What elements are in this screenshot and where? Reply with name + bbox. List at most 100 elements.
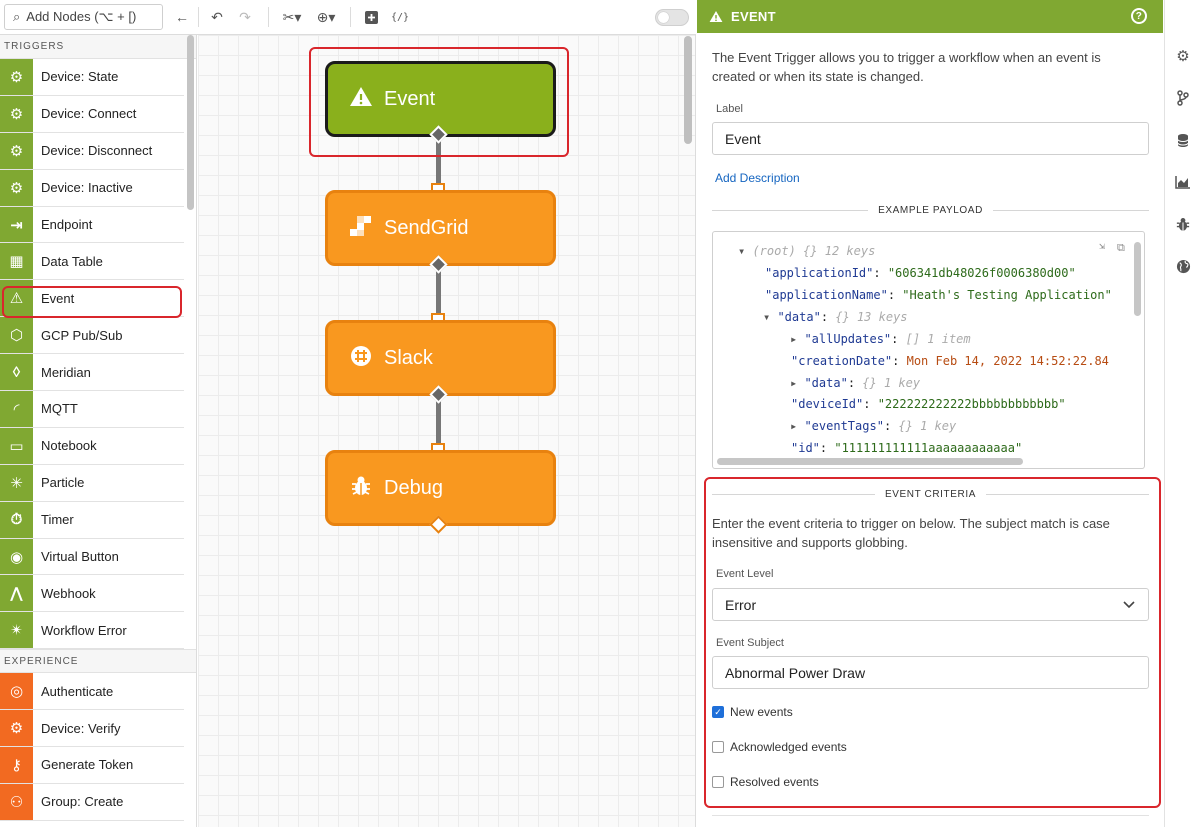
example-payload-viewer[interactable]: ⇲ ⧉ ▾ (root) {} 12 keys "applicationId":… bbox=[712, 231, 1145, 469]
table-icon: ▦ bbox=[0, 243, 33, 280]
sidebar-item-generate-token[interactable]: ⚷ Generate Token bbox=[0, 747, 184, 784]
sidebar-item-meridian[interactable]: ◊ Meridian bbox=[0, 354, 184, 392]
sidebar-item-label: Timer bbox=[41, 512, 74, 528]
experience-header: EXPERIENCE bbox=[0, 649, 196, 674]
payload-hscrollbar[interactable] bbox=[717, 458, 1023, 465]
sidebar-item-label: MQTT bbox=[41, 401, 78, 417]
help-icon[interactable]: ? bbox=[1131, 8, 1147, 24]
device-icon: ⚙ bbox=[0, 132, 33, 169]
section-divider bbox=[712, 815, 1149, 816]
sidebar-item-label: Authenticate bbox=[41, 683, 114, 699]
sidebar-item-device-state[interactable]: ⚙ Device: State bbox=[0, 59, 184, 96]
sidebar-item-label: Virtual Button bbox=[41, 549, 119, 565]
device-icon: ⚙ bbox=[0, 169, 33, 206]
add-comment-icon[interactable] bbox=[362, 6, 380, 28]
sidebar-item-label: Data Table bbox=[41, 253, 103, 269]
webhook-icon: ⋀ bbox=[0, 575, 33, 612]
panel-title: EVENT bbox=[731, 9, 776, 24]
panel-header: EVENT ? bbox=[697, 0, 1163, 33]
bug-icon bbox=[348, 475, 374, 502]
error-icon: ✴ bbox=[0, 612, 33, 649]
sidebar-item-label: Generate Token bbox=[41, 757, 134, 773]
payload-line: "applicationId": "606341db48026f0006380d… bbox=[765, 266, 1076, 280]
label-input[interactable]: Event bbox=[712, 122, 1149, 155]
search-icon: ⌕ bbox=[13, 9, 21, 24]
payload-line: "applicationName": "Heath's Testing Appl… bbox=[765, 288, 1112, 302]
sidebar-item-label: Meridian bbox=[41, 364, 91, 380]
sidebar-scrollbar[interactable] bbox=[187, 35, 194, 210]
label-field-label: Label bbox=[716, 103, 743, 115]
search-placeholder: Add Nodes (⌥ + [) bbox=[26, 9, 137, 24]
meridian-icon: ◊ bbox=[0, 354, 33, 391]
sidebar-item-particle[interactable]: ✳ Particle bbox=[0, 464, 184, 502]
gcp-icon: ⬡ bbox=[0, 317, 33, 354]
back-icon[interactable]: ← bbox=[174, 6, 190, 28]
sidebar-item-virtual-button[interactable]: ◉ Virtual Button bbox=[0, 538, 184, 576]
workflow-node-debug[interactable]: Debug bbox=[325, 450, 556, 526]
database-icon[interactable] bbox=[1174, 131, 1192, 149]
device-icon: ⚙ bbox=[0, 710, 33, 747]
sidebar-item-notebook[interactable]: ▭ Notebook bbox=[0, 427, 184, 465]
sidebar-item-gcp-pub-sub[interactable]: ⬡ GCP Pub/Sub bbox=[0, 317, 184, 355]
redo-icon[interactable]: ↷ bbox=[236, 6, 254, 28]
slack-icon bbox=[348, 345, 374, 372]
workflow-editor: ⌕ Add Nodes (⌥ + [) ← ↶ ↷ ✂▾ ⊕▾ {/} TRIG… bbox=[0, 0, 1200, 827]
node-label: SendGrid bbox=[384, 216, 469, 239]
group-add-icon: ⚇ bbox=[0, 783, 33, 820]
workflow-node-slack[interactable]: Slack bbox=[325, 320, 556, 396]
payload-line: ▸ "allUpdates": [] 1 item bbox=[790, 332, 971, 346]
payload-line: "deviceId": "222222222222bbbbbbbbbbbb" bbox=[791, 397, 1066, 411]
notebook-icon: ▭ bbox=[0, 427, 33, 464]
sidebar-item-device-inactive[interactable]: ⚙ Device: Inactive bbox=[0, 169, 184, 207]
sendgrid-icon bbox=[348, 215, 374, 242]
payload-line: ▾ "data": {} 13 keys bbox=[763, 310, 908, 324]
device-icon: ⚙ bbox=[0, 59, 33, 95]
node-label: Debug bbox=[384, 476, 443, 499]
sidebar-item-group-create[interactable]: ⚇ Group: Create bbox=[0, 783, 184, 821]
variables-icon[interactable]: {/} bbox=[390, 6, 410, 28]
canvas-scrollbar[interactable] bbox=[684, 36, 692, 144]
add-nodes-search[interactable]: ⌕ Add Nodes (⌥ + [) bbox=[4, 4, 163, 30]
key-icon: ⚷ bbox=[0, 747, 33, 783]
copy-icon[interactable]: ⧉ bbox=[1117, 241, 1125, 255]
sidebar-item-device-disconnect[interactable]: ⚙ Device: Disconnect bbox=[0, 132, 184, 170]
sidebar-item-webhook[interactable]: ⋀ Webhook bbox=[0, 575, 184, 613]
sidebar-item-data-table[interactable]: ▦ Data Table bbox=[0, 243, 184, 281]
chart-icon[interactable] bbox=[1174, 173, 1192, 191]
workflow-node-sendgrid[interactable]: SendGrid bbox=[325, 190, 556, 266]
payload-vscrollbar[interactable] bbox=[1134, 242, 1141, 316]
toolbar: ⌕ Add Nodes (⌥ + [) ← ↶ ↷ ✂▾ ⊕▾ {/} bbox=[0, 0, 696, 35]
sidebar-item-label: Device: Inactive bbox=[41, 180, 133, 196]
sidebar-item-label: Webhook bbox=[41, 585, 96, 601]
sidebar-item-authenticate[interactable]: ◎ Authenticate bbox=[0, 673, 184, 711]
node-label: Slack bbox=[384, 346, 433, 369]
sidebar-item-device-verify[interactable]: ⚙ Device: Verify bbox=[0, 710, 184, 748]
endpoint-icon: ⇥ bbox=[0, 206, 33, 243]
sidebar-item-label: Group: Create bbox=[41, 794, 124, 810]
settings-icon[interactable]: ⚙ bbox=[1174, 47, 1192, 65]
scissors-icon[interactable]: ✂▾ bbox=[278, 6, 306, 28]
particle-icon: ✳ bbox=[0, 464, 33, 501]
sidebar-item-label: Notebook bbox=[41, 438, 97, 454]
globe-icon[interactable] bbox=[1174, 257, 1192, 275]
bug-icon[interactable] bbox=[1174, 215, 1192, 233]
payload-line: "id": "111111111111aaaaaaaaaaaa" bbox=[791, 441, 1023, 455]
sidebar-item-device-connect[interactable]: ⚙ Device: Connect bbox=[0, 95, 184, 133]
collapse-icon[interactable]: ⇲ bbox=[1099, 241, 1105, 252]
sidebar-item-workflow-error[interactable]: ✴ Workflow Error bbox=[0, 612, 184, 650]
undo-icon[interactable]: ↶ bbox=[208, 6, 226, 28]
sidebar-item-mqtt[interactable]: ◜ MQTT bbox=[0, 391, 184, 428]
device-icon: ⚙ bbox=[0, 95, 33, 132]
panel-description: The Event Trigger allows you to trigger … bbox=[712, 50, 1101, 84]
sidebar-item-endpoint[interactable]: ⇥ Endpoint bbox=[0, 206, 184, 244]
triggers-header: TRIGGERS bbox=[0, 35, 196, 59]
add-description-link[interactable]: Add Description bbox=[715, 171, 800, 185]
toggle-icon[interactable] bbox=[655, 9, 689, 26]
warning-icon bbox=[709, 10, 723, 23]
sidebar-item-label: Device: Verify bbox=[41, 720, 121, 736]
sidebar-item-label: Particle bbox=[41, 475, 85, 491]
branch-icon[interactable] bbox=[1174, 89, 1192, 107]
zoom-icon[interactable]: ⊕▾ bbox=[312, 6, 340, 28]
event-node-highlight bbox=[309, 47, 569, 157]
sidebar-item-timer[interactable]: ⏱ Timer bbox=[0, 501, 184, 539]
